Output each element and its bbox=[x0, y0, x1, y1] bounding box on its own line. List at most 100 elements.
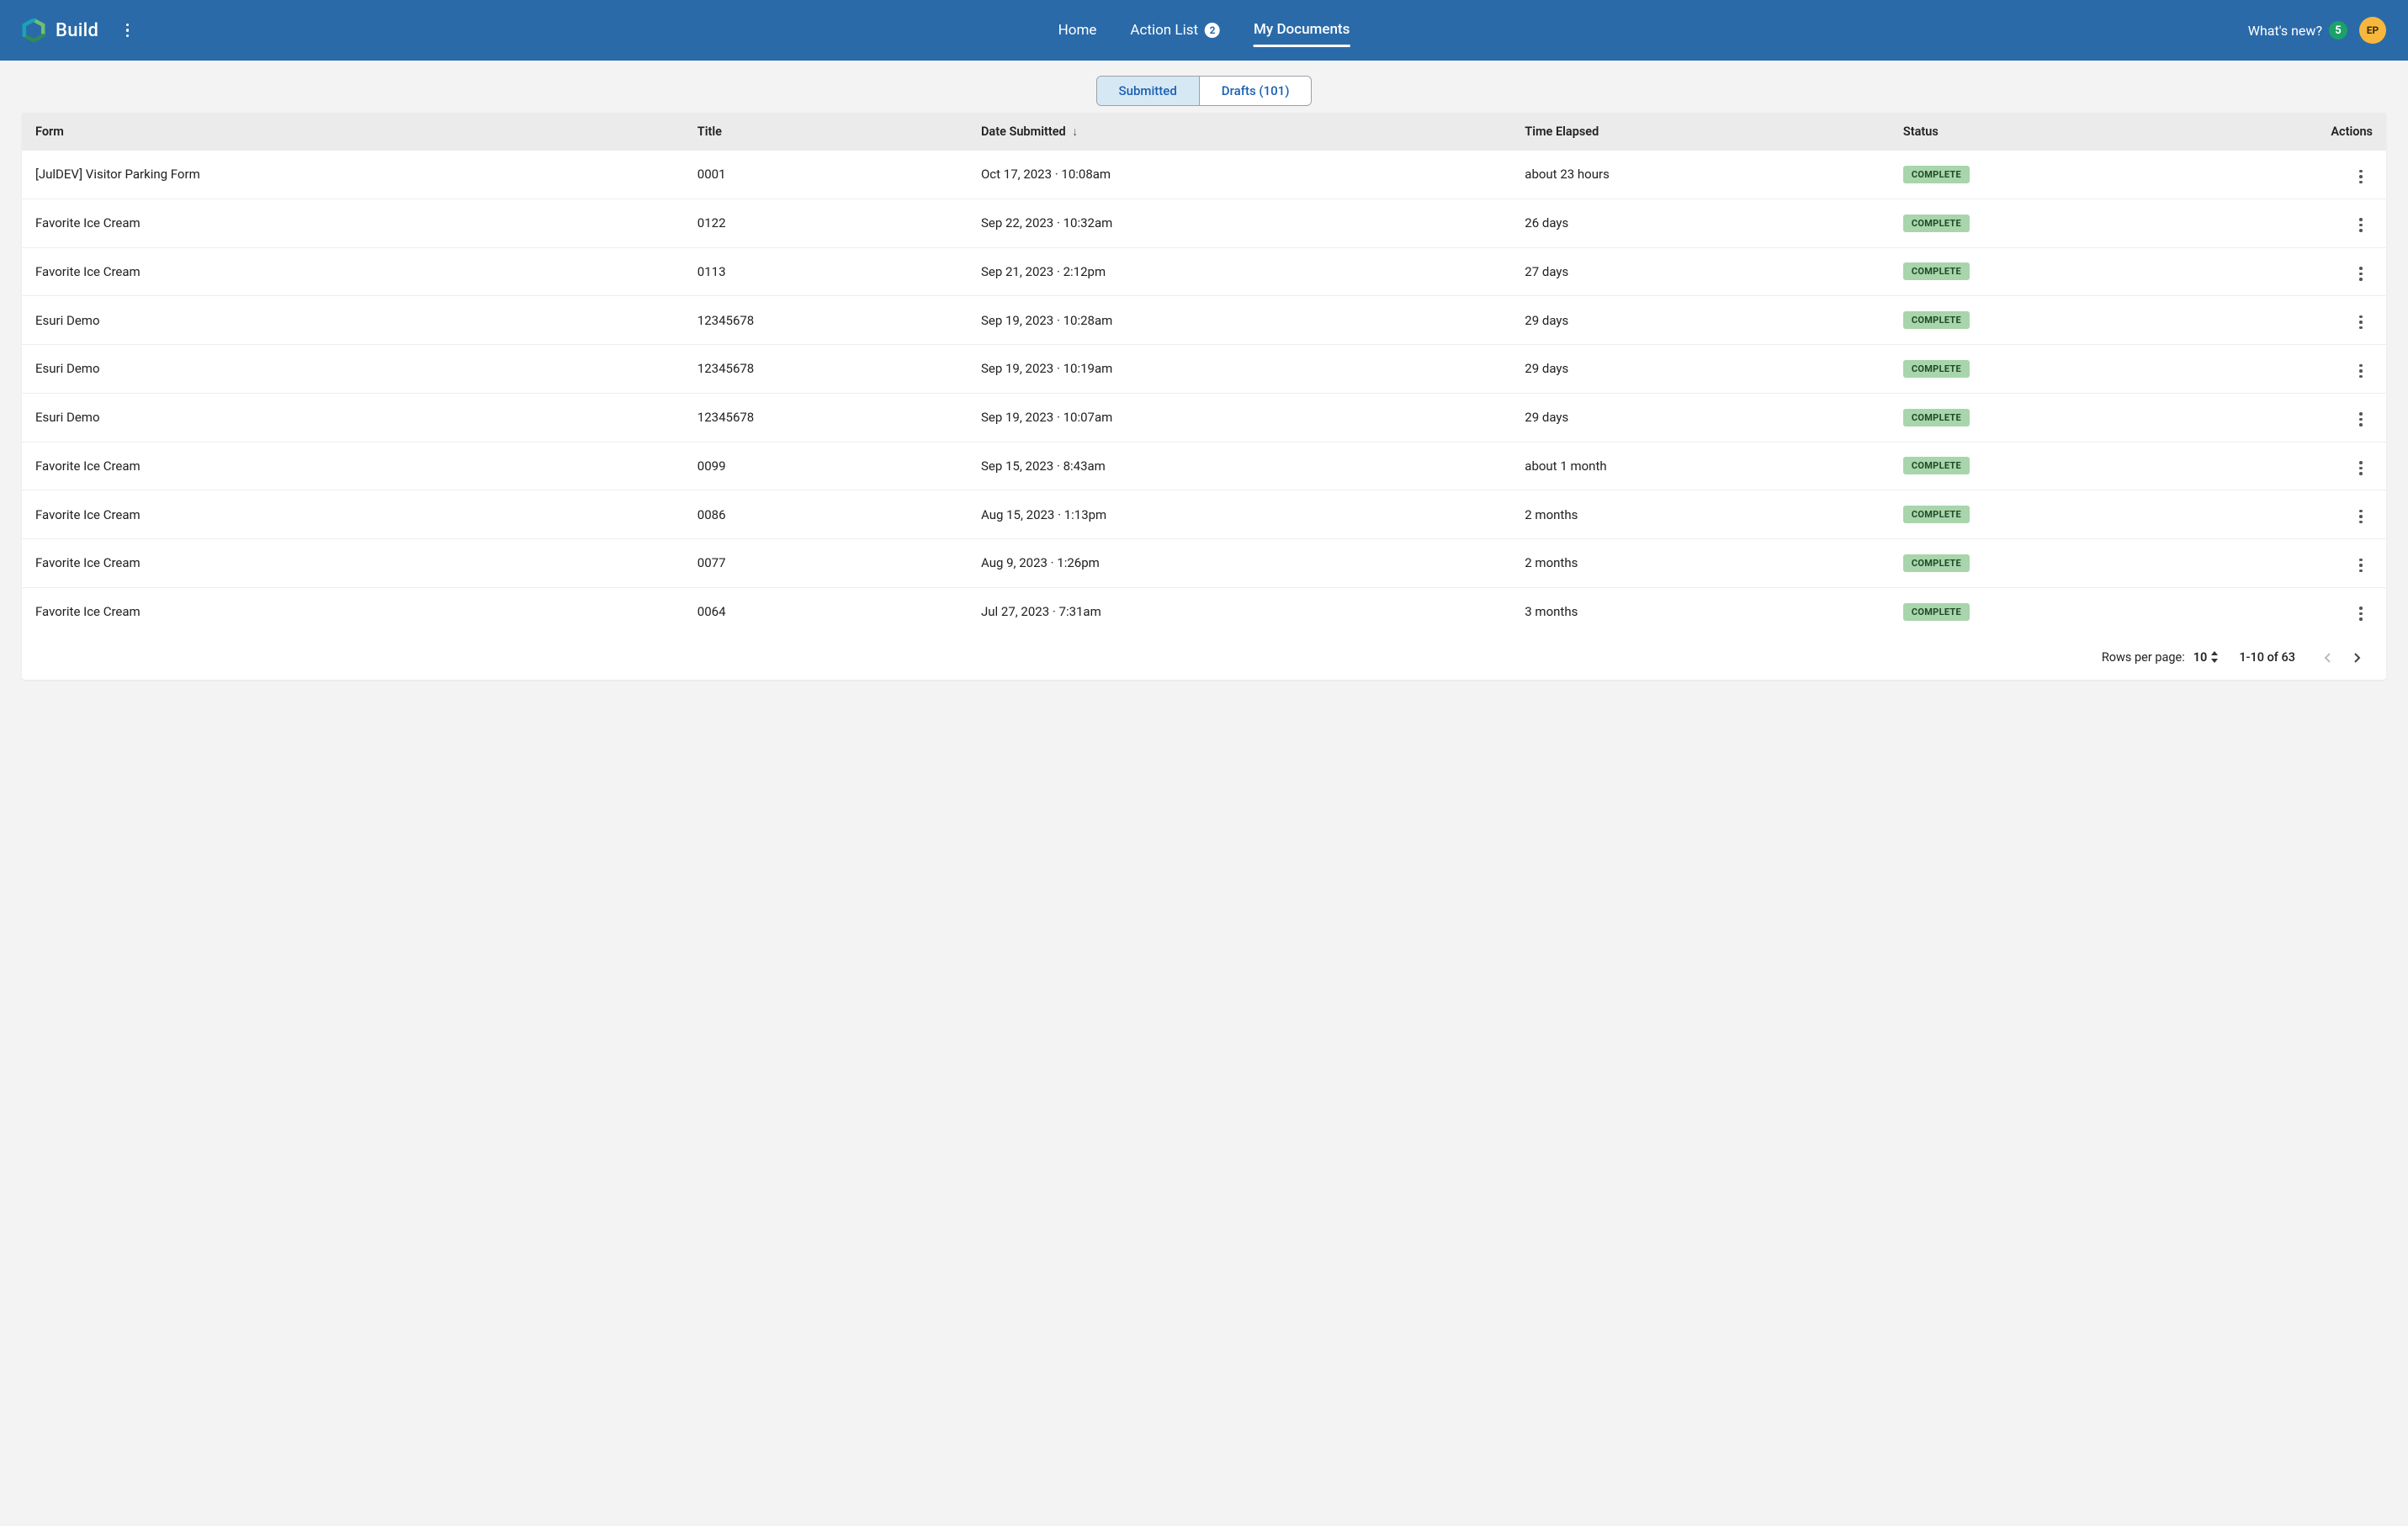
cell-title: 0122 bbox=[697, 215, 726, 230]
rows-per-page-label: Rows per page: bbox=[2102, 650, 2185, 665]
cell-title: 0086 bbox=[697, 507, 726, 522]
pager-range: 1-10 of 63 bbox=[2239, 650, 2295, 665]
unfold-icon bbox=[2210, 651, 2219, 665]
app-menu-button[interactable] bbox=[110, 13, 144, 47]
more-vert-icon bbox=[2359, 412, 2363, 427]
row-actions-button[interactable] bbox=[2349, 554, 2373, 577]
table-row[interactable]: Esuri Demo12345678Sep 19, 2023 · 10:07am… bbox=[22, 393, 2386, 442]
more-vert-icon bbox=[2359, 461, 2363, 475]
nav-home[interactable]: Home bbox=[1058, 14, 1097, 47]
row-actions-button[interactable] bbox=[2349, 214, 2373, 237]
more-vert-icon bbox=[2359, 364, 2363, 379]
topbar: Build Home Action List 2 My Documents Wh… bbox=[0, 0, 2408, 61]
more-vert-icon bbox=[2359, 267, 2363, 281]
more-vert-icon bbox=[126, 24, 130, 38]
status-badge: COMPLETE bbox=[1903, 409, 1970, 427]
action-list-badge: 2 bbox=[1205, 23, 1220, 38]
status-badge: COMPLETE bbox=[1903, 311, 1970, 329]
cell-form: Favorite Ice Cream bbox=[35, 555, 141, 570]
more-vert-icon bbox=[2359, 170, 2363, 184]
col-header-date-label: Date Submitted bbox=[981, 125, 1066, 139]
tab-drafts[interactable]: Drafts (101) bbox=[1199, 77, 1312, 105]
documents-table: Form Title Date Submitted ↓ Time Elapsed… bbox=[22, 113, 2386, 636]
col-header-elapsed-label: Time Elapsed bbox=[1525, 125, 1599, 139]
status-badge: COMPLETE bbox=[1903, 554, 1970, 572]
nav-home-label: Home bbox=[1058, 22, 1097, 39]
brand-logo-icon bbox=[22, 19, 45, 42]
row-actions-button[interactable] bbox=[2349, 359, 2373, 383]
cell-elapsed: 26 days bbox=[1525, 215, 1568, 230]
cell-date: Jul 27, 2023 · 7:31am bbox=[981, 604, 1101, 619]
table-row[interactable]: Esuri Demo 12345678 Sep 19, 2023 · 10:28am… bbox=[22, 296, 2386, 345]
status-badge: COMPLETE bbox=[1903, 603, 1970, 621]
row-actions-button[interactable] bbox=[2349, 602, 2373, 626]
cell-title: 0113 bbox=[697, 264, 726, 279]
nav-my-documents-label: My Documents bbox=[1254, 21, 1350, 38]
brand-name: Build bbox=[56, 20, 98, 41]
table-row[interactable]: Favorite Ice Cream0064Jul 27, 2023 · 7:3… bbox=[22, 587, 2386, 635]
cell-title: 12345678 bbox=[697, 313, 754, 328]
cell-form: Esuri Demo bbox=[35, 313, 100, 328]
cell-form: Favorite Ice Cream bbox=[35, 458, 141, 474]
more-vert-icon bbox=[2359, 510, 2363, 524]
row-actions-button[interactable] bbox=[2349, 408, 2373, 432]
table-row[interactable]: Favorite Ice Cream0122Sep 22, 2023 · 10:… bbox=[22, 199, 2386, 247]
col-header-title[interactable]: Title bbox=[684, 113, 968, 151]
row-actions-button[interactable] bbox=[2349, 505, 2373, 528]
chevron-left-icon bbox=[2324, 653, 2331, 663]
col-header-form[interactable]: Form bbox=[22, 113, 684, 151]
brand[interactable]: Build bbox=[22, 19, 98, 42]
whats-new-badge: 5 bbox=[2329, 21, 2347, 40]
table-row[interactable]: Favorite Ice Cream0077Aug 9, 2023 · 1:26… bbox=[22, 539, 2386, 588]
cell-elapsed: 3 months bbox=[1525, 604, 1578, 619]
cell-date: Sep 15, 2023 · 8:43am bbox=[981, 458, 1106, 474]
tab-submitted[interactable]: Submitted bbox=[1097, 77, 1199, 105]
table-row[interactable]: [JulDEV] Visitor Parking Form0001Oct 17,… bbox=[22, 151, 2386, 199]
col-header-date[interactable]: Date Submitted ↓ bbox=[968, 113, 1511, 151]
avatar-initials: EP bbox=[2367, 24, 2379, 36]
table-row[interactable]: Favorite Ice Cream0086Aug 15, 2023 · 1:1… bbox=[22, 490, 2386, 539]
cell-date: Aug 9, 2023 · 1:26pm bbox=[981, 555, 1100, 570]
rows-per-page-value: 10 bbox=[2193, 650, 2208, 665]
cell-date: Sep 19, 2023 · 10:28am bbox=[981, 313, 1112, 328]
cell-form: Favorite Ice Cream bbox=[35, 604, 141, 619]
nav-my-documents[interactable]: My Documents bbox=[1254, 14, 1350, 47]
col-header-status[interactable]: Status bbox=[1890, 113, 2197, 151]
status-badge: COMPLETE bbox=[1903, 215, 1970, 232]
rows-per-page-select[interactable]: 10 bbox=[2193, 650, 2220, 665]
cell-elapsed: about 1 month bbox=[1525, 458, 1606, 474]
sort-desc-icon: ↓ bbox=[1072, 125, 1078, 139]
cell-title: 0099 bbox=[697, 458, 726, 474]
cell-date: Oct 17, 2023 · 10:08am bbox=[981, 167, 1111, 182]
whats-new-button[interactable]: What's new? 5 bbox=[2248, 21, 2347, 40]
avatar[interactable]: EP bbox=[2359, 17, 2386, 44]
row-actions-button[interactable] bbox=[2349, 165, 2373, 188]
row-actions-button[interactable] bbox=[2349, 262, 2373, 285]
cell-elapsed: 2 months bbox=[1525, 555, 1578, 570]
table-row[interactable]: Favorite Ice Cream0113Sep 21, 2023 · 2:1… bbox=[22, 247, 2386, 296]
tab-toggle: Submitted Drafts (101) bbox=[1096, 76, 1313, 106]
col-header-elapsed[interactable]: Time Elapsed bbox=[1511, 113, 1890, 151]
cell-elapsed: 2 months bbox=[1525, 507, 1578, 522]
cell-form: Favorite Ice Cream bbox=[35, 264, 141, 279]
cell-elapsed: 29 days bbox=[1525, 313, 1568, 328]
row-actions-button[interactable] bbox=[2349, 456, 2373, 480]
table-row[interactable]: Esuri Demo12345678Sep 19, 2023 · 10:19am… bbox=[22, 345, 2386, 394]
cell-elapsed: 29 days bbox=[1525, 410, 1568, 425]
status-badge: COMPLETE bbox=[1903, 166, 1970, 183]
pager-prev-button[interactable] bbox=[2315, 646, 2339, 670]
nav-action-list[interactable]: Action List 2 bbox=[1130, 14, 1220, 47]
table-row[interactable]: Favorite Ice Cream 0099 Sep 15, 2023 · 8:4… bbox=[22, 442, 2386, 490]
col-header-form-label: Form bbox=[35, 125, 64, 139]
col-header-actions: Actions bbox=[2197, 113, 2386, 151]
cell-form: Favorite Ice Cream bbox=[35, 507, 141, 522]
pager-next-button[interactable] bbox=[2346, 646, 2369, 670]
cell-date: Sep 19, 2023 · 10:07am bbox=[981, 410, 1112, 425]
whats-new-label: What's new? bbox=[2248, 23, 2322, 39]
cell-form: [JulDEV] Visitor Parking Form bbox=[35, 167, 200, 182]
more-vert-icon bbox=[2359, 218, 2363, 232]
col-header-title-label: Title bbox=[697, 125, 722, 139]
more-vert-icon bbox=[2359, 315, 2363, 330]
row-actions-button[interactable] bbox=[2349, 310, 2373, 334]
documents-table-wrap: Form Title Date Submitted ↓ Time Elapsed… bbox=[22, 113, 2386, 680]
